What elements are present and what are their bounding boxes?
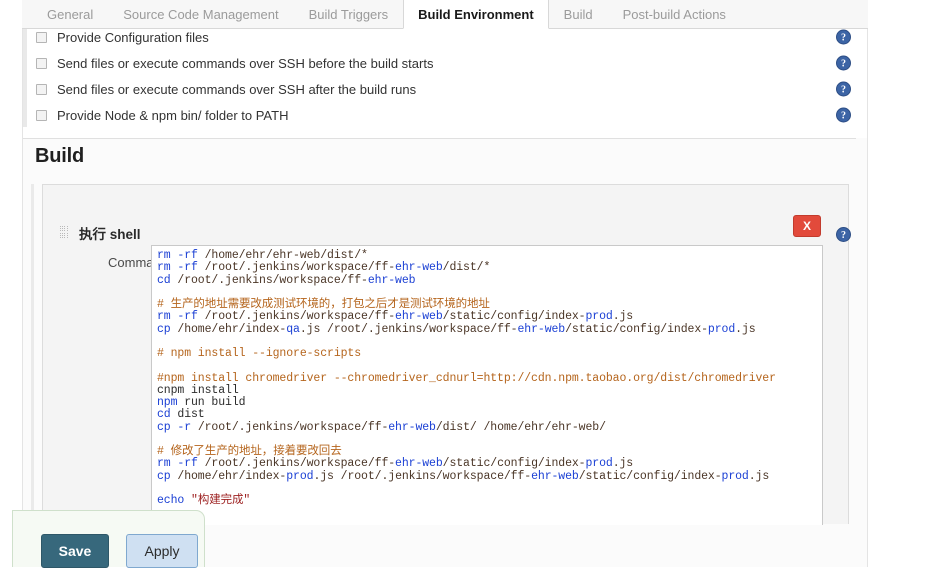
help-icon[interactable]: ? — [836, 227, 851, 242]
apply-button[interactable]: Apply — [126, 534, 198, 568]
code-token: ehr-web — [395, 261, 443, 275]
section-divider — [23, 138, 856, 139]
delete-builder-button[interactable]: X — [793, 215, 821, 237]
code-token: # 生产的地址需要改成测试环境的，打包之后才是测试环境的地址 — [157, 298, 490, 311]
code-token: ehr-web — [395, 457, 443, 471]
code-token: ehr-web — [517, 322, 566, 336]
code-token: cd — [157, 273, 178, 287]
code-token: prod — [585, 310, 613, 324]
code-token: # npm install --ignore-scripts — [157, 347, 362, 360]
help-icon[interactable]: ? — [836, 55, 851, 71]
code-token: ehr-web — [388, 420, 436, 434]
build-env-option-row: Send files or execute commands over SSH … — [36, 50, 856, 76]
code-token: .js — [748, 469, 770, 483]
build-environment-options: Provide Configuration files? Send files o… — [36, 24, 856, 128]
build-env-option-label: Provide Configuration files — [57, 29, 209, 45]
code-token: ehr-web — [531, 469, 579, 483]
svg-text:?: ? — [841, 230, 846, 241]
code-token: /root/.jenkins/workspace/ff- — [204, 457, 396, 471]
svg-text:?: ? — [841, 59, 846, 70]
help-icon[interactable]: ? — [836, 81, 851, 97]
build-env-option-row: Provide Node & npm bin/ folder to PATH? — [36, 102, 856, 128]
builder-title: 执行 shell — [79, 227, 141, 242]
code-token: .js /root/.jenkins/workspace/ff- — [299, 322, 518, 336]
svg-text:?: ? — [841, 111, 846, 122]
checkbox-2[interactable] — [36, 83, 47, 95]
code-token: echo — [157, 494, 192, 507]
code-token: prod — [585, 457, 613, 471]
builder-wrapper: 执行 shell X ? Command rm -rf /home/ehr/eh… — [31, 184, 851, 525]
config-content-area: Provide Configuration files? Send files o… — [22, 29, 868, 567]
code-token: ehr-web — [395, 310, 443, 324]
code-token: dist — [177, 408, 205, 422]
code-token: prod — [721, 469, 749, 483]
svg-text:?: ? — [841, 85, 846, 96]
page-title: Build — [35, 145, 84, 167]
code-token: .js /root/.jenkins/workspace/ff- — [313, 469, 532, 483]
code-token: /static/config/index- — [578, 469, 722, 483]
checkbox-1[interactable] — [36, 57, 47, 69]
code-token: cnpm — [157, 383, 185, 397]
build-env-option-label: Send files or execute commands over SSH … — [57, 55, 434, 71]
code-token: .js — [612, 457, 634, 471]
code-token: #npm install chromedriver --chromedriver… — [157, 371, 776, 385]
code-token: /root/.jenkins/workspace/ff- — [197, 420, 389, 434]
code-token: /home/ehr/index- — [177, 469, 287, 483]
floating-save-bar: Save Apply — [12, 510, 205, 568]
code-token: /dist/ /home/ehr/ehr-web/ — [435, 420, 606, 434]
code-token: install — [184, 383, 239, 397]
drag-handle-icon[interactable] — [60, 226, 69, 239]
tab-build-environment[interactable]: Build Environment — [403, 0, 549, 29]
builder-left-rail — [31, 184, 34, 524]
code-token: /dist/* — [442, 261, 491, 275]
code-token: ehr-web — [367, 273, 416, 287]
code-token: rm -rf — [157, 457, 205, 471]
code-token: /home/ehr/ehr-web/dist/* — [204, 249, 368, 262]
code-token: .js — [735, 322, 756, 336]
code-token: rm -rf — [157, 249, 205, 262]
code-token: /static/config/index- — [442, 457, 586, 471]
code-token: rm -rf — [157, 310, 205, 324]
build-env-option-label: Send files or execute commands over SSH … — [57, 81, 417, 97]
build-env-option-label: Provide Node & npm bin/ folder to PATH — [57, 107, 289, 123]
code-token: prod — [286, 469, 314, 483]
checkbox-0[interactable] — [36, 31, 47, 43]
code-token: cd — [157, 408, 178, 422]
code-token: cp — [157, 322, 178, 336]
code-token: npm — [157, 396, 178, 409]
code-token: cp — [157, 469, 178, 483]
save-button[interactable]: Save — [41, 534, 109, 568]
command-textarea[interactable]: rm -rf /home/ehr/ehr-web/dist/* rm -rf /… — [151, 245, 823, 525]
code-token: # 修改了生产的地址，接着要改回去 — [157, 445, 342, 458]
help-icon[interactable]: ? — [836, 29, 851, 45]
build-env-option-row: Send files or execute commands over SSH … — [36, 76, 856, 102]
code-token: qa — [286, 322, 300, 336]
code-token: /home/ehr/index- — [177, 322, 287, 336]
checkbox-3[interactable] — [36, 109, 47, 121]
code-token: /static/config/index- — [442, 310, 586, 324]
svg-text:?: ? — [841, 33, 846, 44]
code-token: /static/config/index- — [565, 322, 708, 336]
code-token: cp -r — [157, 420, 198, 434]
code-token: .js — [612, 310, 634, 324]
code-token: rm -rf — [157, 261, 205, 275]
code-token: /root/.jenkins/workspace/ff- — [177, 273, 368, 287]
execute-shell-builder-panel: 执行 shell X ? Command rm -rf /home/ehr/eh… — [42, 184, 851, 525]
code-token: prod — [707, 322, 736, 336]
code-token: /root/.jenkins/workspace/ff- — [204, 261, 396, 275]
code-token: /root/.jenkins/workspace/ff- — [204, 310, 396, 324]
code-token: run build — [177, 396, 246, 409]
section-left-rail — [23, 29, 27, 127]
page-right-margin — [868, 0, 932, 567]
help-icon[interactable]: ? — [836, 107, 851, 123]
code-token: "构建完成" — [191, 494, 251, 507]
